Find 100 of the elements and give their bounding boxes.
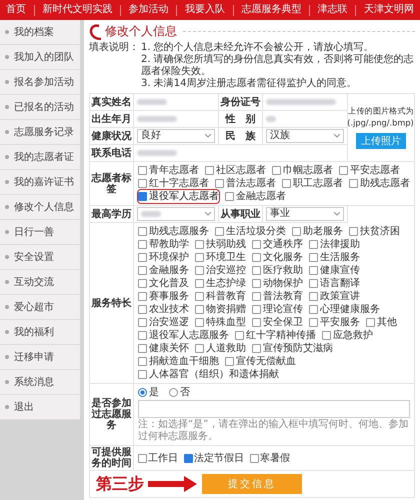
sidebar-item[interactable]: 修改个人信息	[0, 195, 80, 220]
checkbox[interactable]	[235, 331, 244, 340]
nav-link[interactable]: 新时代文明实践	[42, 3, 112, 17]
sidebar-item[interactable]: 爱心超市	[0, 295, 80, 320]
sidebar-item[interactable]: 迁移申请	[0, 345, 80, 370]
checkbox[interactable]	[282, 179, 291, 188]
nav-link[interactable]: 我要入队	[184, 3, 225, 17]
sidebar-item[interactable]: 日行一善	[0, 220, 80, 245]
checkbox[interactable]	[309, 292, 318, 301]
checkbox[interactable]	[138, 266, 147, 275]
checkbox[interactable]	[309, 279, 318, 288]
checkbox[interactable]	[309, 253, 318, 262]
checkbox[interactable]	[138, 344, 147, 353]
checkbox[interactable]	[195, 344, 204, 353]
checkbox[interactable]	[138, 227, 147, 236]
checkbox[interactable]	[195, 305, 204, 314]
checkbox[interactable]	[309, 240, 318, 249]
field-label: 联系电话	[90, 145, 134, 162]
nav-link[interactable]: 首页	[6, 3, 26, 17]
checkbox[interactable]	[292, 227, 301, 236]
checkbox[interactable]	[215, 179, 224, 188]
checkbox[interactable]	[138, 192, 147, 201]
checkbox[interactable]	[215, 227, 224, 236]
nav-link[interactable]: 天津文明网	[364, 3, 414, 17]
checkbox[interactable]	[309, 318, 318, 327]
checkbox[interactable]	[138, 370, 147, 379]
checkbox[interactable]	[195, 266, 204, 275]
checkbox[interactable]	[195, 253, 204, 262]
education-select[interactable]	[137, 207, 215, 221]
checkbox-label: 赛事服务	[149, 290, 189, 303]
radio-button[interactable]	[138, 388, 147, 397]
checkbox[interactable]	[252, 292, 261, 301]
sidebar-item[interactable]: 我的嘉许证书	[0, 170, 80, 195]
nav-link[interactable]: 参加活动	[128, 3, 169, 17]
sidebar-item[interactable]: 我的福利	[0, 320, 80, 345]
checkbox[interactable]	[195, 240, 204, 249]
checkbox[interactable]	[138, 331, 147, 340]
checkbox-label: 动物保护	[263, 277, 303, 290]
sidebar-item[interactable]: 我的志愿者证	[0, 145, 80, 170]
note-text: 3. 未满14周岁注册志愿者需征得监护人的同意。	[141, 78, 358, 90]
checkbox[interactable]	[195, 318, 204, 327]
checkbox[interactable]	[138, 279, 147, 288]
sidebar-item[interactable]: 互动交流	[0, 270, 80, 295]
checkbox[interactable]	[349, 179, 358, 188]
checkbox[interactable]	[252, 318, 261, 327]
checkbox[interactable]	[138, 166, 147, 175]
checkbox[interactable]	[138, 240, 147, 249]
sidebar-item[interactable]: 退出	[0, 395, 80, 420]
checkbox[interactable]	[250, 454, 259, 462]
checkbox[interactable]	[252, 344, 261, 353]
checkbox[interactable]	[138, 318, 147, 327]
checkbox[interactable]	[309, 305, 318, 314]
checkbox-label: 应急救护	[333, 329, 373, 342]
checkbox[interactable]	[225, 192, 234, 201]
field-label: 真实姓名	[90, 94, 134, 111]
checkbox[interactable]	[138, 179, 147, 188]
sidebar-item[interactable]: 我加入的团队	[0, 45, 80, 70]
checkbox[interactable]	[252, 279, 261, 288]
sidebar-item[interactable]: 安全设置	[0, 245, 80, 270]
checkbox[interactable]	[339, 166, 348, 175]
nav-link[interactable]: 志愿服务典型	[241, 3, 302, 17]
checkbox[interactable]	[138, 292, 147, 301]
bullet-icon	[5, 405, 9, 409]
occupation-select[interactable]: 事业	[266, 207, 344, 221]
checkbox[interactable]	[309, 266, 318, 275]
checkbox[interactable]	[349, 227, 358, 236]
checkbox[interactable]	[184, 454, 193, 462]
nav-link[interactable]: 津志联	[318, 3, 348, 17]
checkbox[interactable]	[366, 318, 375, 327]
health-select[interactable]: 良好	[137, 129, 215, 143]
checkbox[interactable]	[195, 292, 204, 301]
checkbox-label: 文化普及	[149, 277, 189, 290]
bullet-icon	[5, 80, 9, 84]
radio-button[interactable]	[169, 388, 178, 397]
checkbox[interactable]	[138, 357, 147, 366]
checkbox[interactable]	[138, 305, 147, 314]
field-label: 服务特长	[90, 223, 134, 384]
sidebar-item[interactable]: 志愿服务记录	[0, 120, 80, 145]
checkbox[interactable]	[252, 253, 261, 262]
sidebar-item[interactable]: 报名参加活动	[0, 70, 80, 95]
checkbox[interactable]	[138, 454, 147, 462]
radio-label: 是	[149, 386, 159, 399]
checkbox[interactable]	[252, 305, 261, 314]
sidebar-item[interactable]: 我的档案	[0, 20, 80, 45]
checkbox-label: 环境保护	[149, 251, 189, 264]
bullet-icon	[5, 180, 9, 184]
sidebar-item[interactable]: 已报名的活动	[0, 95, 80, 120]
ethnicity-select[interactable]: 汉族	[266, 129, 344, 143]
checkbox[interactable]	[225, 357, 234, 366]
checkbox[interactable]	[272, 166, 281, 175]
checkbox[interactable]	[322, 331, 331, 340]
checkbox[interactable]	[252, 240, 261, 249]
caret-icon	[205, 134, 211, 138]
checkbox[interactable]	[252, 266, 261, 275]
checkbox[interactable]	[195, 279, 204, 288]
sidebar-item[interactable]: 系统消息	[0, 370, 80, 395]
checkbox[interactable]	[138, 253, 147, 262]
checkbox-label: 助残志愿者	[360, 177, 410, 190]
checkbox[interactable]	[205, 166, 214, 175]
arrow-icon	[148, 475, 198, 493]
